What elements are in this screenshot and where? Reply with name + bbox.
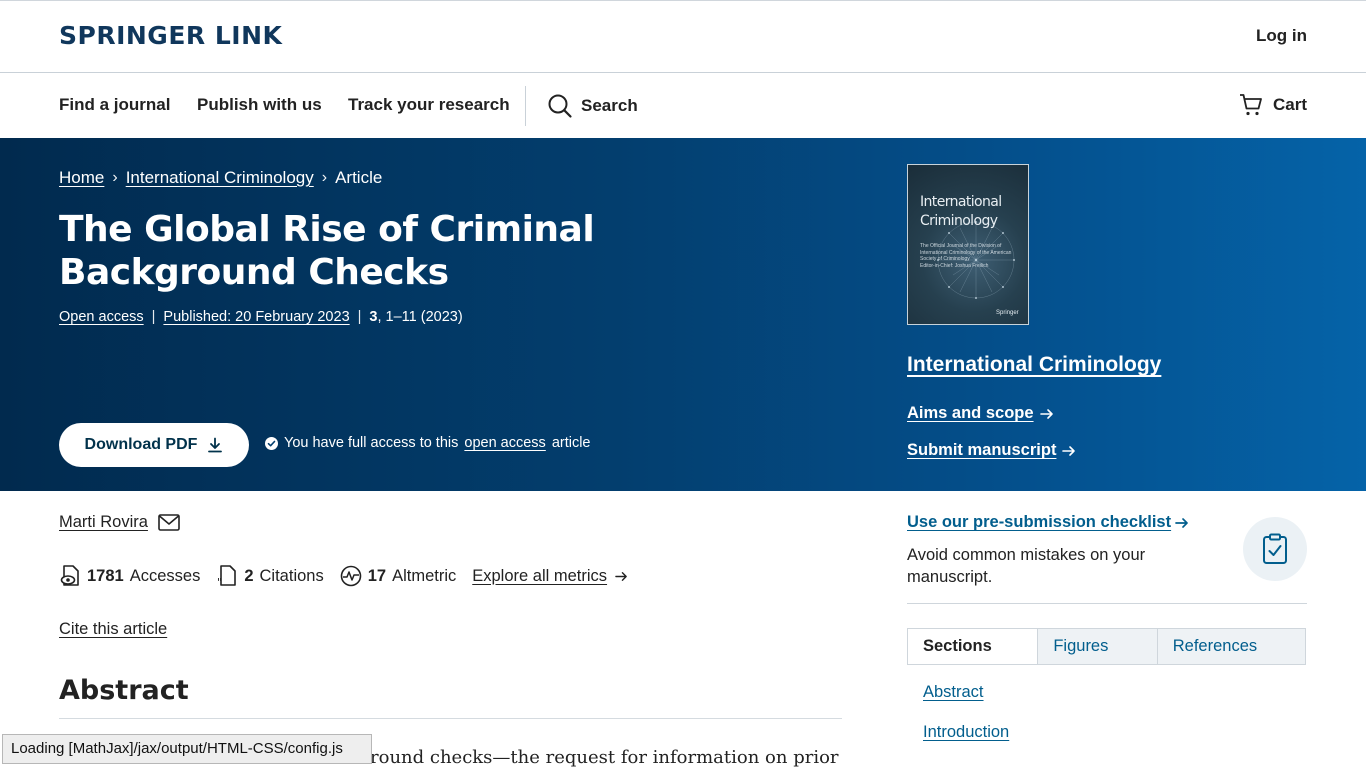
email-icon[interactable]: [158, 514, 180, 531]
nav-find-journal[interactable]: Find a journal: [59, 95, 170, 115]
abstract-heading: Abstract: [59, 675, 189, 706]
author-name[interactable]: Marti Rovira: [59, 513, 148, 532]
submit-manuscript-link[interactable]: Submit manuscript: [907, 441, 1076, 460]
arrow-right-icon: [615, 571, 627, 581]
clipboard-check-icon: [1243, 517, 1307, 581]
arrow-right-icon: [1039, 408, 1053, 419]
status-bar-tooltip: Loading [MathJax]/jax/output/HTML-CSS/co…: [2, 734, 372, 764]
volume-info: 3, 1–11 (2023): [369, 309, 462, 325]
meta-separator: |: [151, 309, 156, 325]
cover-title-line2: Criminology: [920, 213, 998, 229]
article-hero: Home › International Criminology › Artic…: [0, 138, 1366, 491]
accesses-icon: [60, 565, 79, 586]
chevron-right-icon: ›: [112, 169, 118, 186]
citations-label: Citations: [259, 566, 324, 585]
download-pdf-label: Download PDF: [84, 436, 198, 453]
metrics-row: 1781 Accesses " 2 Citations 17 Altmetric…: [59, 564, 628, 588]
aims-scope-label: Aims and scope: [907, 404, 1034, 422]
published-date[interactable]: Published: 20 February 2023: [163, 309, 349, 325]
tab-references[interactable]: References: [1156, 629, 1305, 664]
sidebar-divider: [907, 603, 1307, 604]
cover-publisher: Springer: [996, 310, 1019, 316]
altmetric-count: 17: [367, 566, 387, 585]
cart-label: Cart: [1272, 95, 1307, 114]
meta-separator: |: [357, 309, 362, 325]
altmetric-metric: 17 Altmetric: [340, 565, 457, 587]
aims-scope-link[interactable]: Aims and scope: [907, 404, 1054, 423]
article-title: The Global Rise of Criminal Background C…: [59, 209, 595, 293]
tab-sections[interactable]: Sections: [908, 629, 1038, 664]
abstract-text: round checks—the request for information…: [370, 747, 839, 768]
accesses-label: Accesses: [129, 566, 201, 585]
abstract-divider: [59, 718, 842, 719]
search-icon: [548, 94, 572, 118]
access-note-suffix: article: [551, 435, 591, 451]
download-icon: [208, 437, 223, 453]
nav-publish[interactable]: Publish with us: [197, 95, 322, 115]
breadcrumb-journal[interactable]: International Criminology: [126, 168, 314, 188]
author-row: Marti Rovira: [59, 513, 180, 532]
svg-text:": ": [217, 576, 222, 588]
breadcrumb: Home › International Criminology › Artic…: [59, 168, 382, 188]
breadcrumb-home[interactable]: Home: [59, 168, 104, 188]
pre-submission-checklist-link[interactable]: Use our pre-submission checklist: [907, 513, 1189, 532]
download-pdf-button[interactable]: Download PDF: [59, 423, 249, 467]
cart-icon: [1239, 94, 1262, 116]
journal-name-link[interactable]: International Criminology: [907, 353, 1161, 377]
cover-editor: Editor-in-Chief: Joshua Freilich: [920, 262, 989, 269]
open-access-link[interactable]: Open access: [59, 309, 144, 325]
main-nav: Find a journal Publish with us Track you…: [0, 73, 1366, 138]
pages-year: , 1–11 (2023): [377, 309, 463, 325]
citations-icon: ": [217, 565, 237, 588]
chevron-right-icon: ›: [321, 169, 328, 186]
springer-link-logo[interactable]: SPRINGER LINK: [59, 21, 282, 50]
arrow-right-icon: [1062, 445, 1076, 456]
citations-metric: " 2 Citations: [216, 564, 324, 588]
citations-count: 2: [244, 566, 254, 585]
explore-metrics-label: Explore all metrics: [472, 566, 608, 585]
tab-figures[interactable]: Figures: [1037, 629, 1156, 664]
checklist-link-label: Use our pre-submission checklist: [907, 513, 1172, 531]
top-bar: SPRINGER LINK Log in: [0, 0, 1366, 73]
volume-number: 3: [369, 309, 378, 325]
search-label: Search: [581, 96, 638, 115]
sidebar-tabs: Sections Figures References: [907, 628, 1306, 665]
breadcrumb-current: Article: [335, 168, 383, 187]
nav-divider: [525, 86, 526, 126]
altmetric-icon: [340, 565, 362, 587]
section-link-abstract[interactable]: Abstract: [923, 683, 984, 702]
accesses-metric: 1781 Accesses: [59, 564, 200, 588]
access-note-prefix: You have full access to this: [284, 435, 459, 451]
altmetric-label: Altmetric: [392, 566, 457, 585]
search-button[interactable]: Search: [547, 93, 638, 119]
section-link-introduction[interactable]: Introduction: [923, 723, 1009, 742]
cover-subtitle-text: The Official Journal of the Division of …: [920, 243, 1012, 262]
cart-button[interactable]: Cart: [1239, 93, 1307, 117]
accesses-count: 1781: [87, 566, 124, 585]
cover-title: International Criminology: [920, 193, 1002, 231]
submit-manuscript-label: Submit manuscript: [907, 441, 1057, 459]
cover-subtitle: The Official Journal of the Division of …: [920, 243, 1020, 269]
article-meta: Open access | Published: 20 February 202…: [59, 309, 463, 325]
cite-article-link[interactable]: Cite this article: [59, 620, 167, 639]
checklist-description: Avoid common mistakes on your manuscript…: [907, 546, 1146, 586]
arrow-right-icon: [1175, 517, 1188, 528]
access-note: You have full access to this open access…: [265, 435, 591, 451]
check-circle-icon: [265, 436, 278, 450]
nav-track-research[interactable]: Track your research: [348, 95, 510, 115]
explore-metrics-link[interactable]: Explore all metrics: [472, 567, 628, 586]
cover-title-line1: International: [920, 194, 1002, 210]
access-note-link[interactable]: open access: [464, 435, 545, 451]
journal-cover[interactable]: International Criminology The Official J…: [907, 164, 1029, 325]
login-link[interactable]: Log in: [1256, 26, 1307, 46]
